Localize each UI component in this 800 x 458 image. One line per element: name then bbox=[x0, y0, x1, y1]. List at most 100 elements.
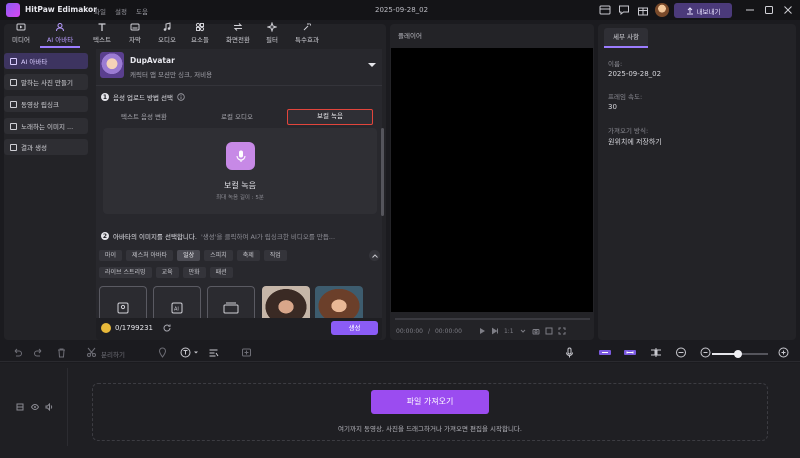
fit-timeline-icon[interactable] bbox=[674, 347, 688, 358]
marker-icon[interactable] bbox=[157, 347, 168, 358]
layout-icon[interactable] bbox=[599, 4, 611, 16]
chevron-down-icon[interactable] bbox=[519, 327, 527, 335]
tab-text[interactable]: 텍스트 bbox=[85, 22, 119, 44]
video-icon bbox=[10, 100, 17, 108]
step-forward-icon[interactable] bbox=[491, 327, 499, 335]
chip-education[interactable]: 교육 bbox=[155, 267, 179, 278]
upload-avatar-card[interactable] bbox=[99, 286, 147, 318]
zoom-slider-handle[interactable] bbox=[733, 350, 742, 358]
eye-icon[interactable] bbox=[31, 403, 39, 411]
caption-tool-icon[interactable] bbox=[208, 347, 219, 358]
tab-filter[interactable]: 필터 bbox=[255, 22, 289, 44]
avatar-name: DupAvatar bbox=[130, 56, 175, 65]
player-controls: 00:00:00 / 00:00:00 1:1 bbox=[396, 327, 592, 335]
chip-daily[interactable]: 일상 bbox=[177, 250, 201, 261]
time-separator: / bbox=[427, 327, 430, 335]
add-track-icon[interactable] bbox=[241, 347, 252, 358]
chip-live-streaming[interactable]: 라이브 스트리밍 bbox=[99, 267, 152, 278]
zoom-out-icon[interactable] bbox=[700, 347, 711, 358]
tab-effects[interactable]: 특수효과 bbox=[290, 22, 324, 44]
sidebar-item-video-lipsync[interactable]: 동영상 립싱크 bbox=[4, 96, 88, 112]
chip-fashion[interactable]: 패션 bbox=[209, 267, 233, 278]
ai-generate-avatar-card[interactable]: AI bbox=[153, 286, 201, 318]
tab-media[interactable]: 미디어 bbox=[4, 22, 38, 44]
maximize-icon[interactable] bbox=[764, 5, 776, 17]
avatar-thumbnail[interactable] bbox=[100, 52, 124, 78]
tab-text-to-speech[interactable]: 텍스트 음성 변환 bbox=[101, 109, 187, 125]
undo-icon[interactable] bbox=[12, 347, 23, 358]
microphone-button[interactable] bbox=[226, 142, 255, 170]
caption-icon bbox=[118, 22, 152, 33]
tab-ai-avatar[interactable]: AI 아바타 bbox=[43, 22, 77, 44]
microphone-icon bbox=[234, 149, 248, 163]
text-tool-icon[interactable] bbox=[180, 347, 191, 358]
tab-caption[interactable]: 자막 bbox=[118, 22, 152, 44]
tab-audio[interactable]: 오디오 bbox=[150, 22, 184, 44]
minimize-icon[interactable] bbox=[745, 5, 757, 17]
step2-hint: '생성'을 클릭하여 AI가 립싱크한 비디오를 만듭... bbox=[200, 233, 336, 241]
scissors-icon[interactable] bbox=[86, 347, 97, 358]
avatar-photo-2[interactable] bbox=[315, 286, 363, 318]
info-icon[interactable] bbox=[177, 93, 185, 101]
sidebar-item-talking-photo[interactable]: 말하는 사진 만들기 bbox=[4, 74, 88, 90]
chip-my[interactable]: 마이 bbox=[99, 250, 123, 261]
tab-elements[interactable]: 요소들 bbox=[183, 22, 217, 44]
split-view-icon[interactable] bbox=[649, 347, 663, 358]
fit-screen-icon[interactable] bbox=[545, 327, 553, 335]
split-label[interactable]: 분리하기 bbox=[101, 349, 125, 359]
playback-progress[interactable] bbox=[395, 318, 590, 320]
delete-icon[interactable] bbox=[56, 347, 67, 358]
import-mode-value: 원위치에 저장하기 bbox=[608, 138, 662, 146]
menu-file[interactable]: 파일 bbox=[94, 6, 106, 16]
link-track-icon[interactable] bbox=[598, 347, 612, 358]
avatar-description: 캐릭터 앱 모션만 싱크, 저비용 bbox=[130, 71, 213, 79]
gift-icon[interactable] bbox=[637, 4, 649, 16]
active-tab-indicator bbox=[604, 46, 648, 48]
record-area[interactable] bbox=[103, 128, 377, 214]
track-thumbnail-icon[interactable] bbox=[16, 403, 24, 411]
feedback-icon[interactable] bbox=[618, 4, 630, 16]
panel-scrollbar[interactable] bbox=[381, 128, 384, 216]
camera-icon[interactable] bbox=[532, 327, 540, 335]
step1-title: 음성 업로드 방법 선택 bbox=[113, 94, 174, 102]
play-icon[interactable] bbox=[478, 327, 486, 335]
aspect-ratio[interactable]: 1:1 bbox=[504, 328, 514, 335]
screen-icon bbox=[223, 302, 239, 314]
tab-details[interactable]: 세부 사항 bbox=[604, 28, 648, 46]
sidebar-item-singing-image[interactable]: 노래하는 이미지 ... bbox=[4, 118, 88, 134]
close-icon[interactable] bbox=[783, 5, 795, 17]
tab-vocal-record[interactable]: 보컬 녹음 bbox=[287, 109, 373, 125]
credit-count: 0/1799231 bbox=[115, 324, 153, 332]
sidebar-item-ai-avatar[interactable]: AI 아바타 bbox=[4, 53, 88, 69]
microphone-icon[interactable] bbox=[564, 347, 575, 358]
chip-festival[interactable]: 축제 bbox=[236, 250, 260, 261]
user-avatar[interactable] bbox=[655, 3, 669, 17]
redo-icon[interactable] bbox=[33, 347, 44, 358]
chip-speech[interactable]: 스피치 bbox=[204, 250, 233, 261]
tab-local-audio[interactable]: 로컬 오디오 bbox=[194, 109, 280, 125]
menu-settings[interactable]: 설정 bbox=[115, 6, 127, 16]
chevron-down-icon[interactable] bbox=[193, 347, 204, 358]
zoom-in-icon[interactable] bbox=[778, 347, 789, 358]
sidebar-item-results[interactable]: 결과 생성 bbox=[4, 139, 88, 155]
import-file-button[interactable]: 파일 가져오기 bbox=[371, 390, 489, 414]
avatar-photo-1[interactable] bbox=[262, 286, 310, 318]
fullscreen-icon[interactable] bbox=[558, 327, 566, 335]
menu-help[interactable]: 도움 bbox=[136, 6, 148, 16]
step2-header: 2 아바타의 이미지를 선택합니다. '생성'을 클릭하여 AI가 립싱크한 비… bbox=[101, 231, 335, 241]
tab-transition[interactable]: 화면전환 bbox=[221, 22, 255, 44]
chip-cartoon[interactable]: 만화 bbox=[182, 267, 206, 278]
speaker-icon[interactable] bbox=[45, 403, 53, 411]
refresh-icon[interactable] bbox=[162, 323, 172, 333]
drop-hint: 여기까지 동영상, 사진을 드래그하거나 가져오면 편집을 시작합니다. bbox=[338, 425, 522, 433]
photo-icon bbox=[10, 78, 17, 86]
avatar-dropdown-icon[interactable] bbox=[367, 62, 377, 68]
template-avatar-card[interactable] bbox=[207, 286, 255, 318]
chevron-up-icon[interactable] bbox=[369, 250, 380, 261]
chip-gesture-avatar[interactable]: 제스처 아바타 bbox=[126, 250, 174, 261]
video-preview[interactable] bbox=[391, 48, 593, 312]
generate-button[interactable]: 생성 bbox=[331, 321, 378, 335]
export-button[interactable]: 내보내기 bbox=[674, 3, 732, 18]
magnet-icon[interactable] bbox=[623, 347, 637, 358]
chip-job[interactable]: 직업 bbox=[263, 250, 287, 261]
